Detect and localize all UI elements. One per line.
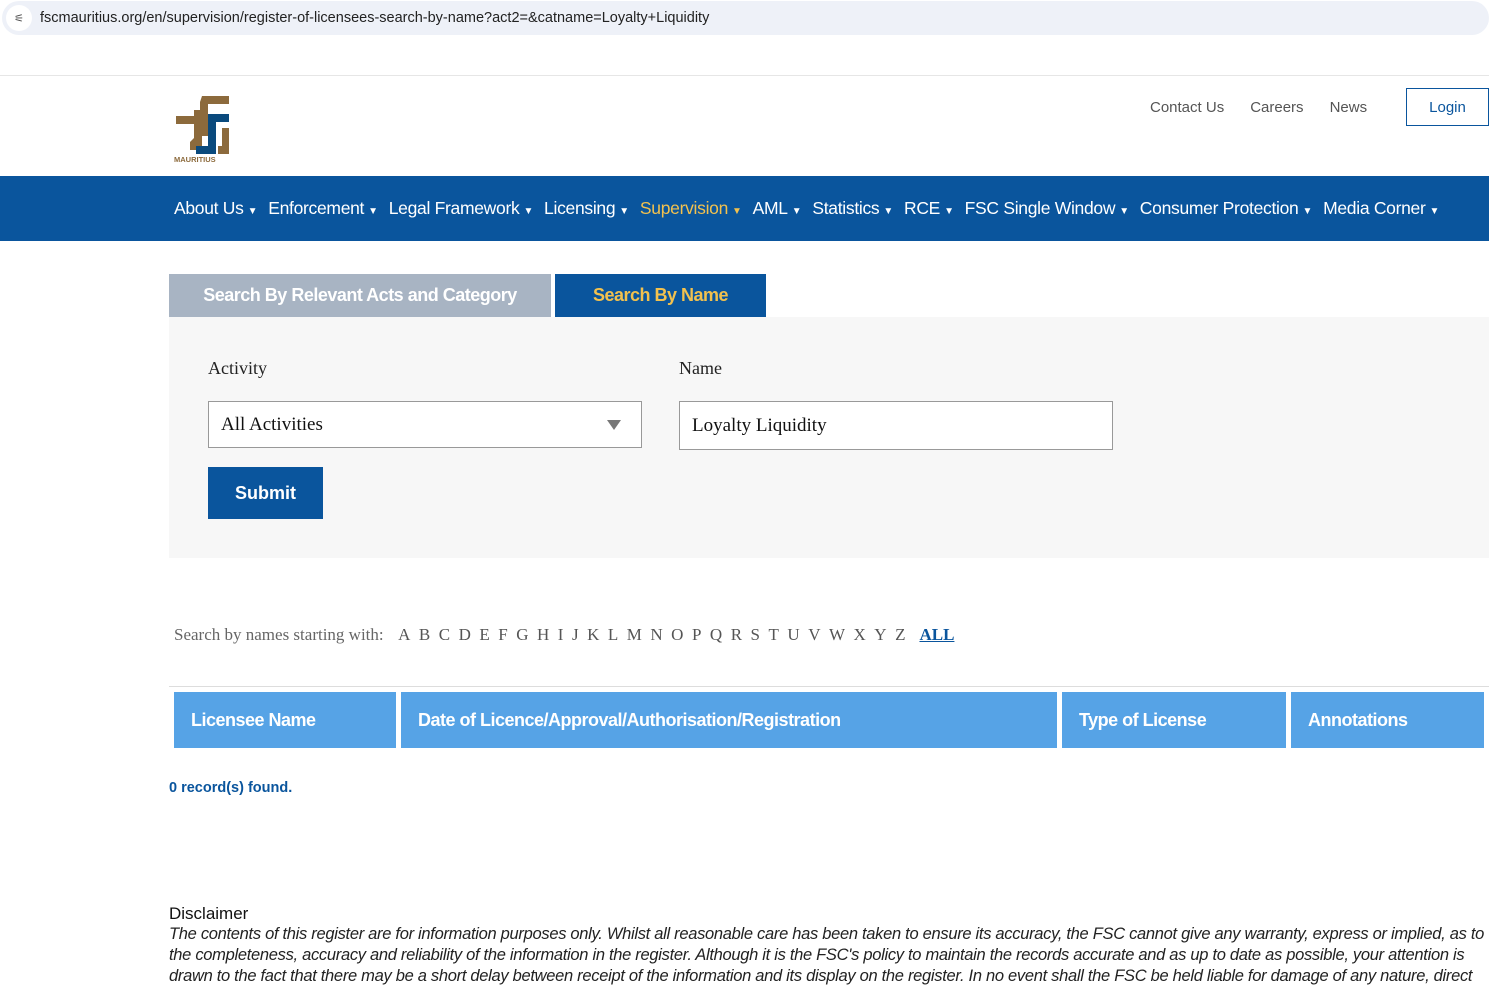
nav-licensing[interactable]: Licensing ▼ — [544, 198, 629, 219]
nav-aml[interactable]: AML ▼ — [753, 198, 802, 219]
letter-c-link[interactable]: C — [439, 625, 450, 645]
letter-w-link[interactable]: W — [829, 625, 845, 645]
nav-consumer-protection[interactable]: Consumer Protection ▼ — [1140, 198, 1313, 219]
letter-y-link[interactable]: Y — [874, 625, 886, 645]
careers-link[interactable]: Careers — [1250, 99, 1303, 116]
nav-media-corner[interactable]: Media Corner ▼ — [1323, 198, 1439, 219]
letter-t-link[interactable]: T — [769, 625, 779, 645]
activity-label: Activity — [208, 358, 267, 378]
letter-i-link[interactable]: I — [558, 625, 564, 645]
alphabet-filter: Search by names starting with: ABCDEFGHI… — [174, 625, 954, 645]
chevron-down-icon: ▼ — [791, 206, 802, 217]
letter-n-link[interactable]: N — [650, 625, 662, 645]
disclaimer: Disclaimer The contents of this register… — [169, 904, 1489, 987]
header-licensee-name: Licensee Name — [174, 692, 396, 748]
header-annotations: Annotations — [1291, 692, 1484, 748]
nav-rce[interactable]: RCE ▼ — [904, 198, 954, 219]
chevron-down-icon: ▼ — [883, 206, 893, 217]
chevron-down-icon: ▼ — [1119, 206, 1129, 217]
nav-about-us[interactable]: About Us ▼ — [174, 198, 257, 219]
chevron-down-icon: ▼ — [523, 206, 534, 217]
letter-r-link[interactable]: R — [731, 625, 742, 645]
records-found-text: 0 record(s) found. — [169, 780, 293, 796]
name-input-value: Loyalty Liquidity — [692, 414, 827, 436]
nav-statistics[interactable]: Statistics ▼ — [812, 198, 893, 219]
tab-search-by-acts[interactable]: Search By Relevant Acts and Category — [169, 274, 551, 317]
letter-f-link[interactable]: F — [498, 625, 507, 645]
letter-x-link[interactable]: X — [854, 625, 866, 645]
nav-enforcement[interactable]: Enforcement ▼ — [268, 198, 378, 219]
site-info-icon[interactable]: ⚟ — [6, 5, 32, 31]
name-label: Name — [679, 358, 722, 378]
news-link[interactable]: News — [1330, 99, 1368, 116]
header-date-of-licence: Date of Licence/Approval/Authorisation/R… — [401, 692, 1057, 748]
url-text[interactable]: fscmauritius.org/en/supervision/register… — [40, 10, 709, 26]
chevron-down-icon: ▼ — [944, 206, 954, 217]
name-input[interactable]: Loyalty Liquidity — [679, 401, 1113, 450]
nav-supervision[interactable]: Supervision ▼ — [640, 198, 742, 219]
main-nav: About Us ▼ Enforcement ▼ Legal Framework ▼ … — [0, 176, 1489, 241]
letter-all-link[interactable]: ALL — [919, 625, 954, 645]
activity-selected-value: All Activities — [221, 413, 323, 435]
header-divider — [0, 75, 1489, 76]
chevron-down-icon: ▼ — [732, 206, 742, 217]
letter-m-link[interactable]: M — [627, 625, 642, 645]
letter-q-link[interactable]: Q — [710, 625, 722, 645]
activity-select[interactable]: All Activities — [208, 401, 642, 448]
letter-v-link[interactable]: V — [808, 625, 820, 645]
letter-g-link[interactable]: G — [516, 625, 528, 645]
letter-s-link[interactable]: S — [751, 625, 760, 645]
tab-search-by-name[interactable]: Search By Name — [555, 274, 766, 317]
letter-j-link[interactable]: J — [572, 625, 579, 645]
letter-u-link[interactable]: U — [787, 625, 799, 645]
letter-l-link[interactable]: L — [608, 625, 618, 645]
chevron-down-icon: ▼ — [1429, 206, 1440, 217]
contact-us-link[interactable]: Contact Us — [1150, 99, 1224, 116]
letter-e-link[interactable]: E — [479, 625, 489, 645]
letter-k-link[interactable]: K — [587, 625, 599, 645]
letter-p-link[interactable]: P — [692, 625, 701, 645]
address-bar[interactable]: ⚟ fscmauritius.org/en/supervision/regist… — [2, 1, 1489, 35]
fsc-logo[interactable]: MAURITIUS — [172, 88, 232, 164]
chevron-down-icon: ▼ — [619, 206, 629, 217]
svg-text:MAURITIUS: MAURITIUS — [174, 155, 216, 164]
nav-fsc-single-window[interactable]: FSC Single Window ▼ — [965, 198, 1129, 219]
login-button[interactable]: Login — [1406, 88, 1489, 126]
table-divider — [169, 686, 1489, 687]
disclaimer-text: The contents of this register are for in… — [169, 925, 1485, 985]
letter-h-link[interactable]: H — [537, 625, 549, 645]
letter-b-link[interactable]: B — [419, 625, 430, 645]
dropdown-arrow-icon — [607, 420, 621, 430]
submit-button[interactable]: Submit — [208, 467, 323, 519]
chevron-down-icon: ▼ — [247, 206, 258, 217]
letter-a-link[interactable]: A — [398, 625, 410, 645]
disclaimer-title: Disclaimer — [169, 904, 249, 923]
alphabet-label: Search by names starting with: — [174, 625, 384, 644]
chevron-down-icon: ▼ — [1302, 206, 1313, 217]
letter-o-link[interactable]: O — [671, 625, 683, 645]
letter-d-link[interactable]: D — [459, 625, 471, 645]
chevron-down-icon: ▼ — [368, 206, 378, 217]
header-type-of-license: Type of License — [1062, 692, 1286, 748]
letter-z-link[interactable]: Z — [895, 625, 905, 645]
nav-legal-framework[interactable]: Legal Framework ▼ — [389, 198, 534, 219]
